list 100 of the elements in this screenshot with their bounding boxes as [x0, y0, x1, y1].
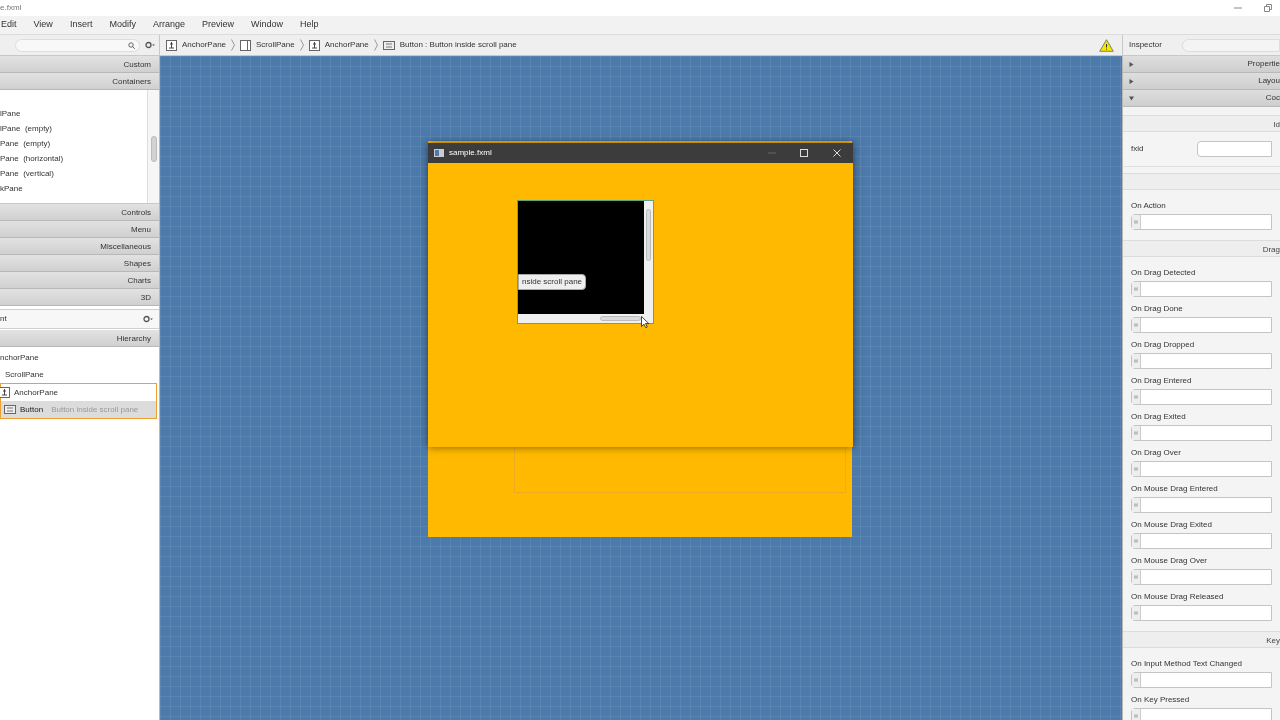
button-component-icon — [4, 405, 16, 414]
chevron-icon — [373, 39, 378, 51]
close-icon[interactable] — [833, 149, 841, 157]
library-section-header[interactable]: Controls — [0, 204, 159, 221]
inspector-section-header[interactable]: Layou — [1123, 73, 1280, 90]
library-item[interactable]: Pane (horizontal) — [0, 151, 147, 166]
hash-icon — [1134, 220, 1138, 224]
menu-item[interactable]: Preview — [201, 18, 234, 32]
hash-icon — [1134, 395, 1138, 399]
hash-icon — [1134, 714, 1138, 718]
event-label: On Drag Dropped — [1131, 339, 1196, 351]
panel-title: Inspector — [1129, 39, 1162, 51]
handler-field[interactable] — [1131, 708, 1272, 720]
event-label: On Drag Entered — [1131, 375, 1193, 387]
button-component-icon — [382, 40, 395, 50]
library-section-header[interactable]: Menu — [0, 221, 159, 238]
menu-item[interactable]: Arrange — [152, 18, 185, 32]
breadcrumb[interactable]: ScrollPane — [240, 39, 295, 51]
hash-icon — [1134, 575, 1138, 579]
handler-field[interactable] — [1131, 605, 1272, 621]
library-item[interactable]: kPane — [0, 181, 147, 196]
event-label: On Mouse Drag Exited — [1131, 519, 1213, 531]
app-icon — [434, 149, 444, 157]
handler-field[interactable] — [1131, 353, 1272, 369]
handler-field[interactable] — [1131, 497, 1272, 513]
menu-item[interactable]: Window — [250, 18, 283, 32]
anchor-pane-icon — [166, 39, 177, 51]
scrollbar-thumb[interactable] — [150, 136, 157, 162]
menu-item[interactable]: Insert — [69, 18, 93, 32]
menu-item[interactable]: View — [33, 18, 53, 32]
library-section-header[interactable]: 3D — [0, 289, 159, 306]
library-item[interactable]: Pane (empty) — [0, 136, 147, 151]
anchor-pane-icon — [0, 387, 10, 398]
hash-icon — [1134, 359, 1138, 363]
library-section-header[interactable]: Shapes — [0, 255, 159, 272]
hash-icon — [1134, 539, 1138, 543]
field-label: fxid — [1131, 143, 1145, 155]
restore-icon[interactable] — [1264, 4, 1272, 12]
handler-field[interactable] — [1131, 214, 1272, 230]
horizontal-scrollbar[interactable] — [518, 314, 653, 323]
search-icon — [128, 41, 135, 49]
event-label: On Input Method Text Changed — [1131, 658, 1244, 670]
event-label: On Drag Detected — [1131, 267, 1197, 279]
menu-item[interactable]: Help — [299, 18, 319, 32]
preview-title: sample.fxml — [449, 147, 492, 159]
settings-icon[interactable] — [145, 41, 155, 49]
handler-field[interactable] — [1131, 533, 1272, 549]
handler-field[interactable] — [1131, 461, 1272, 477]
handler-field[interactable] — [1131, 569, 1272, 585]
scroll-pane-button[interactable]: nside scroll pane — [518, 273, 587, 290]
event-label: On Action — [1131, 200, 1167, 212]
library-section-header[interactable]: Custom — [0, 56, 159, 73]
hash-icon — [1134, 431, 1138, 435]
breadcrumb[interactable]: AnchorPane — [308, 39, 369, 51]
library-item[interactable]: lPane (empty) — [0, 121, 147, 136]
hash-icon — [1134, 503, 1138, 507]
hash-icon — [1134, 323, 1138, 327]
breadcrumb[interactable]: Button : Button inside scroll pane — [382, 39, 517, 51]
maximize-icon[interactable] — [800, 149, 808, 157]
library-item[interactable]: lPane — [0, 106, 147, 121]
chevron-icon — [299, 39, 304, 51]
handler-field[interactable] — [1131, 672, 1272, 688]
event-label: On Mouse Drag Entered — [1131, 483, 1219, 495]
search-field[interactable] — [15, 38, 140, 52]
panel-title: nt — [0, 313, 7, 325]
chevron-icon — [231, 39, 236, 51]
inspector-section-header[interactable]: Coc — [1123, 90, 1280, 107]
minimize-icon[interactable] — [1234, 4, 1242, 12]
event-label: On Drag Done — [1131, 303, 1184, 315]
menu-item[interactable]: Modify — [109, 18, 136, 32]
scroll-pane-icon — [240, 39, 252, 51]
handler-field[interactable] — [1131, 281, 1272, 297]
library-section-header[interactable]: Charts — [0, 272, 159, 289]
hierarchy-tab[interactable]: Hierarchy — [0, 330, 159, 347]
handler-field[interactable] — [1131, 317, 1272, 333]
collapsed-arrow-icon — [1129, 78, 1134, 84]
vertical-scrollbar[interactable] — [644, 201, 653, 314]
group-header: Id — [1123, 115, 1280, 132]
handler-field[interactable] — [1131, 425, 1272, 441]
expanded-arrow-icon — [1129, 95, 1134, 101]
event-label: On Mouse Drag Over — [1131, 555, 1209, 567]
hash-icon — [1134, 678, 1138, 682]
window-title: e.fxml — [0, 2, 22, 14]
event-label: On Key Pressed — [1131, 694, 1191, 706]
inspector-section-header[interactable]: Propertie — [1123, 56, 1280, 73]
library-section-header[interactable]: Miscellaneous — [0, 238, 159, 255]
group-header: Drag — [1123, 240, 1280, 257]
hash-icon — [1134, 467, 1138, 471]
library-item[interactable]: Pane (vertical) — [0, 166, 147, 181]
breadcrumb[interactable]: AnchorPane — [166, 39, 227, 51]
menu-item[interactable]: Edit — [1, 18, 17, 32]
group-header: Key — [1123, 631, 1280, 648]
settings-icon[interactable] — [143, 315, 153, 323]
event-label: On Drag Exited — [1131, 411, 1187, 423]
handler-field[interactable] — [1131, 389, 1272, 405]
fxid-field[interactable] — [1197, 141, 1272, 157]
warning-icon[interactable] — [1099, 38, 1114, 52]
event-label: On Mouse Drag Released — [1131, 591, 1225, 603]
library-section-header[interactable]: Containers — [0, 73, 159, 90]
hash-icon — [1134, 287, 1138, 291]
